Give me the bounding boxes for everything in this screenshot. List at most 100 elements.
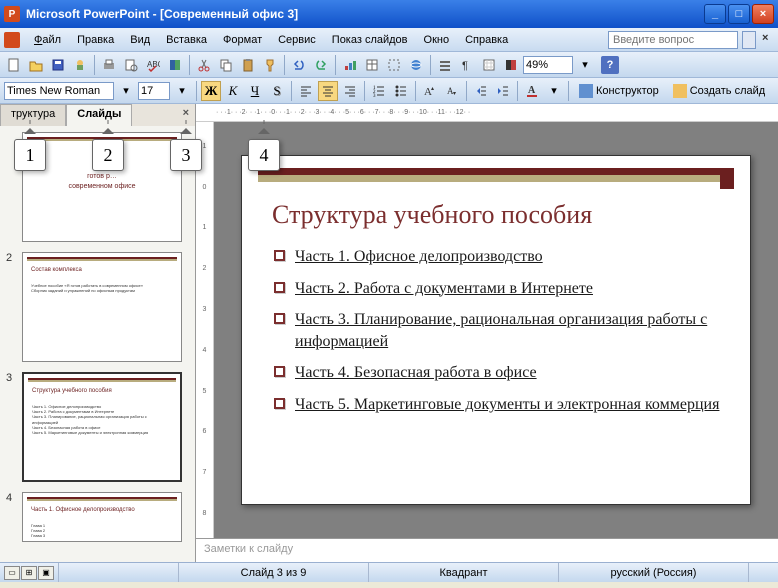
thumb-number: 2 bbox=[6, 252, 18, 362]
left-panel: труктура Слайды × готов р… современном о… bbox=[0, 104, 196, 562]
designer-button[interactable]: Конструктор bbox=[573, 82, 665, 100]
slide-body[interactable]: Часть 1. Офисное делопроизводство Часть … bbox=[274, 246, 730, 426]
slideshow-button[interactable]: ▣ bbox=[38, 566, 54, 580]
horizontal-scrollbar[interactable] bbox=[58, 563, 178, 582]
status-bar: ▭ ⊞ ▣ Слайд 3 из 9 Квадрант русский (Рос… bbox=[0, 562, 778, 582]
underline-button[interactable]: Ч bbox=[245, 81, 265, 101]
bullet-icon bbox=[274, 398, 285, 409]
svg-text:▴: ▴ bbox=[431, 86, 434, 92]
insert-table-button[interactable] bbox=[362, 55, 382, 75]
decrease-indent-button[interactable] bbox=[471, 81, 491, 101]
font-size-selector[interactable] bbox=[138, 82, 170, 100]
expand-all-button[interactable] bbox=[435, 55, 455, 75]
slide-area: 1012345678 Структура учебного пособия Ча… bbox=[196, 122, 778, 538]
slide-thumbnail[interactable]: Часть 1. Офисное делопроизводство Глава … bbox=[22, 492, 182, 542]
increase-font-button[interactable]: A▴ bbox=[420, 81, 440, 101]
color-toggle-button[interactable] bbox=[501, 55, 521, 75]
font-color-dropdown[interactable]: ▾ bbox=[544, 81, 564, 101]
slide-title[interactable]: Структура учебного пособия bbox=[272, 200, 592, 230]
list-item: Часть 5. Маркетинговые документы и элект… bbox=[295, 394, 719, 416]
menu-format[interactable]: Формат bbox=[215, 31, 270, 49]
tab-slides[interactable]: Слайды bbox=[66, 104, 132, 126]
open-button[interactable] bbox=[26, 55, 46, 75]
designer-icon bbox=[579, 84, 593, 98]
vertical-ruler[interactable]: 1012345678 bbox=[196, 122, 214, 538]
print-button[interactable] bbox=[99, 55, 119, 75]
horizontal-ruler[interactable]: · · ·1· · ·2· · ·1· · ·0· · ·1· · ·2· · … bbox=[196, 104, 778, 122]
callout-2: 2 bbox=[92, 139, 124, 171]
menu-window[interactable]: Окно bbox=[416, 31, 458, 49]
menu-slideshow[interactable]: Показ слайдов bbox=[324, 31, 416, 49]
svg-text:▾: ▾ bbox=[453, 91, 456, 97]
notes-pane[interactable]: Заметки к слайду bbox=[196, 538, 778, 562]
list-item: Часть 4. Безопасная работа в офисе bbox=[295, 362, 537, 384]
numbering-button[interactable]: 123 bbox=[369, 81, 389, 101]
zoom-dropdown[interactable]: ▾ bbox=[575, 55, 595, 75]
shadow-button[interactable]: S bbox=[267, 81, 287, 101]
help-button[interactable]: ? bbox=[601, 56, 619, 74]
copy-button[interactable] bbox=[216, 55, 236, 75]
research-button[interactable] bbox=[165, 55, 185, 75]
insert-hyperlink-button[interactable] bbox=[406, 55, 426, 75]
minimize-button[interactable]: _ bbox=[704, 4, 726, 24]
bullets-button[interactable] bbox=[391, 81, 411, 101]
callout-4: 4 bbox=[248, 139, 280, 171]
font-dropdown[interactable]: ▾ bbox=[116, 81, 136, 101]
show-grid-button[interactable] bbox=[479, 55, 499, 75]
slide-thumbnail-selected[interactable]: Структура учебного пособия Часть 1. Офис… bbox=[22, 372, 182, 482]
slide-thumbnail[interactable]: Состав комплекса Учебное пособие «Я гото… bbox=[22, 252, 182, 362]
formatting-toolbar: ▾ ▾ Ж К Ч S 123 A▴ A▾ A ▾ Конструктор Со… bbox=[0, 78, 778, 104]
menu-tools[interactable]: Сервис bbox=[270, 31, 324, 49]
bold-button[interactable]: Ж bbox=[201, 81, 221, 101]
menu-file[interactable]: Файл bbox=[26, 31, 69, 49]
bullet-icon bbox=[274, 282, 285, 293]
zoom-input[interactable] bbox=[523, 56, 573, 74]
maximize-button[interactable]: □ bbox=[728, 4, 750, 24]
ask-question-input[interactable] bbox=[608, 31, 738, 49]
show-formatting-button[interactable]: ¶ bbox=[457, 55, 477, 75]
slide-canvas[interactable]: Структура учебного пособия Часть 1. Офис… bbox=[214, 122, 778, 538]
menu-insert[interactable]: Вставка bbox=[158, 31, 215, 49]
print-preview-button[interactable] bbox=[121, 55, 141, 75]
insert-chart-button[interactable] bbox=[340, 55, 360, 75]
document-close-button[interactable]: × bbox=[762, 32, 778, 48]
new-slide-button[interactable]: Создать слайд bbox=[667, 82, 771, 100]
paste-button[interactable] bbox=[238, 55, 258, 75]
font-color-button[interactable]: A bbox=[522, 81, 542, 101]
spellcheck-button[interactable]: ABC bbox=[143, 55, 163, 75]
tables-borders-button[interactable] bbox=[384, 55, 404, 75]
close-button[interactable]: × bbox=[752, 4, 774, 24]
menu-edit[interactable]: Правка bbox=[69, 31, 122, 49]
align-left-button[interactable] bbox=[296, 81, 316, 101]
svg-text:¶: ¶ bbox=[462, 60, 468, 72]
italic-button[interactable]: К bbox=[223, 81, 243, 101]
align-right-button[interactable] bbox=[340, 81, 360, 101]
permissions-button[interactable] bbox=[70, 55, 90, 75]
undo-button[interactable] bbox=[289, 55, 309, 75]
workspace: труктура Слайды × готов р… современном о… bbox=[0, 104, 778, 562]
menu-view[interactable]: Вид bbox=[122, 31, 158, 49]
menu-help[interactable]: Справка bbox=[457, 31, 516, 49]
normal-view-button[interactable]: ▭ bbox=[4, 566, 20, 580]
ask-dropdown[interactable] bbox=[742, 31, 756, 49]
status-language[interactable]: русский (Россия) bbox=[558, 563, 748, 582]
align-center-button[interactable] bbox=[318, 81, 338, 101]
redo-button[interactable] bbox=[311, 55, 331, 75]
save-button[interactable] bbox=[48, 55, 68, 75]
svg-text:A: A bbox=[528, 85, 536, 96]
slide-sorter-button[interactable]: ⊞ bbox=[21, 566, 37, 580]
increase-indent-button[interactable] bbox=[493, 81, 513, 101]
window-title: Microsoft PowerPoint - [Современный офис… bbox=[26, 7, 704, 21]
app-small-icon[interactable] bbox=[4, 32, 20, 48]
font-selector[interactable] bbox=[4, 82, 114, 100]
decrease-font-button[interactable]: A▾ bbox=[442, 81, 462, 101]
new-button[interactable] bbox=[4, 55, 24, 75]
size-dropdown[interactable]: ▾ bbox=[172, 81, 192, 101]
svg-text:3: 3 bbox=[373, 94, 376, 98]
format-painter-button[interactable] bbox=[260, 55, 280, 75]
status-template: Квадрант bbox=[368, 563, 558, 582]
app-icon: P bbox=[4, 6, 20, 22]
slide[interactable]: Структура учебного пособия Часть 1. Офис… bbox=[241, 155, 751, 505]
cut-button[interactable] bbox=[194, 55, 214, 75]
thumbnails-list[interactable]: готов р… современном офисе 2 Состав комп… bbox=[0, 126, 195, 562]
